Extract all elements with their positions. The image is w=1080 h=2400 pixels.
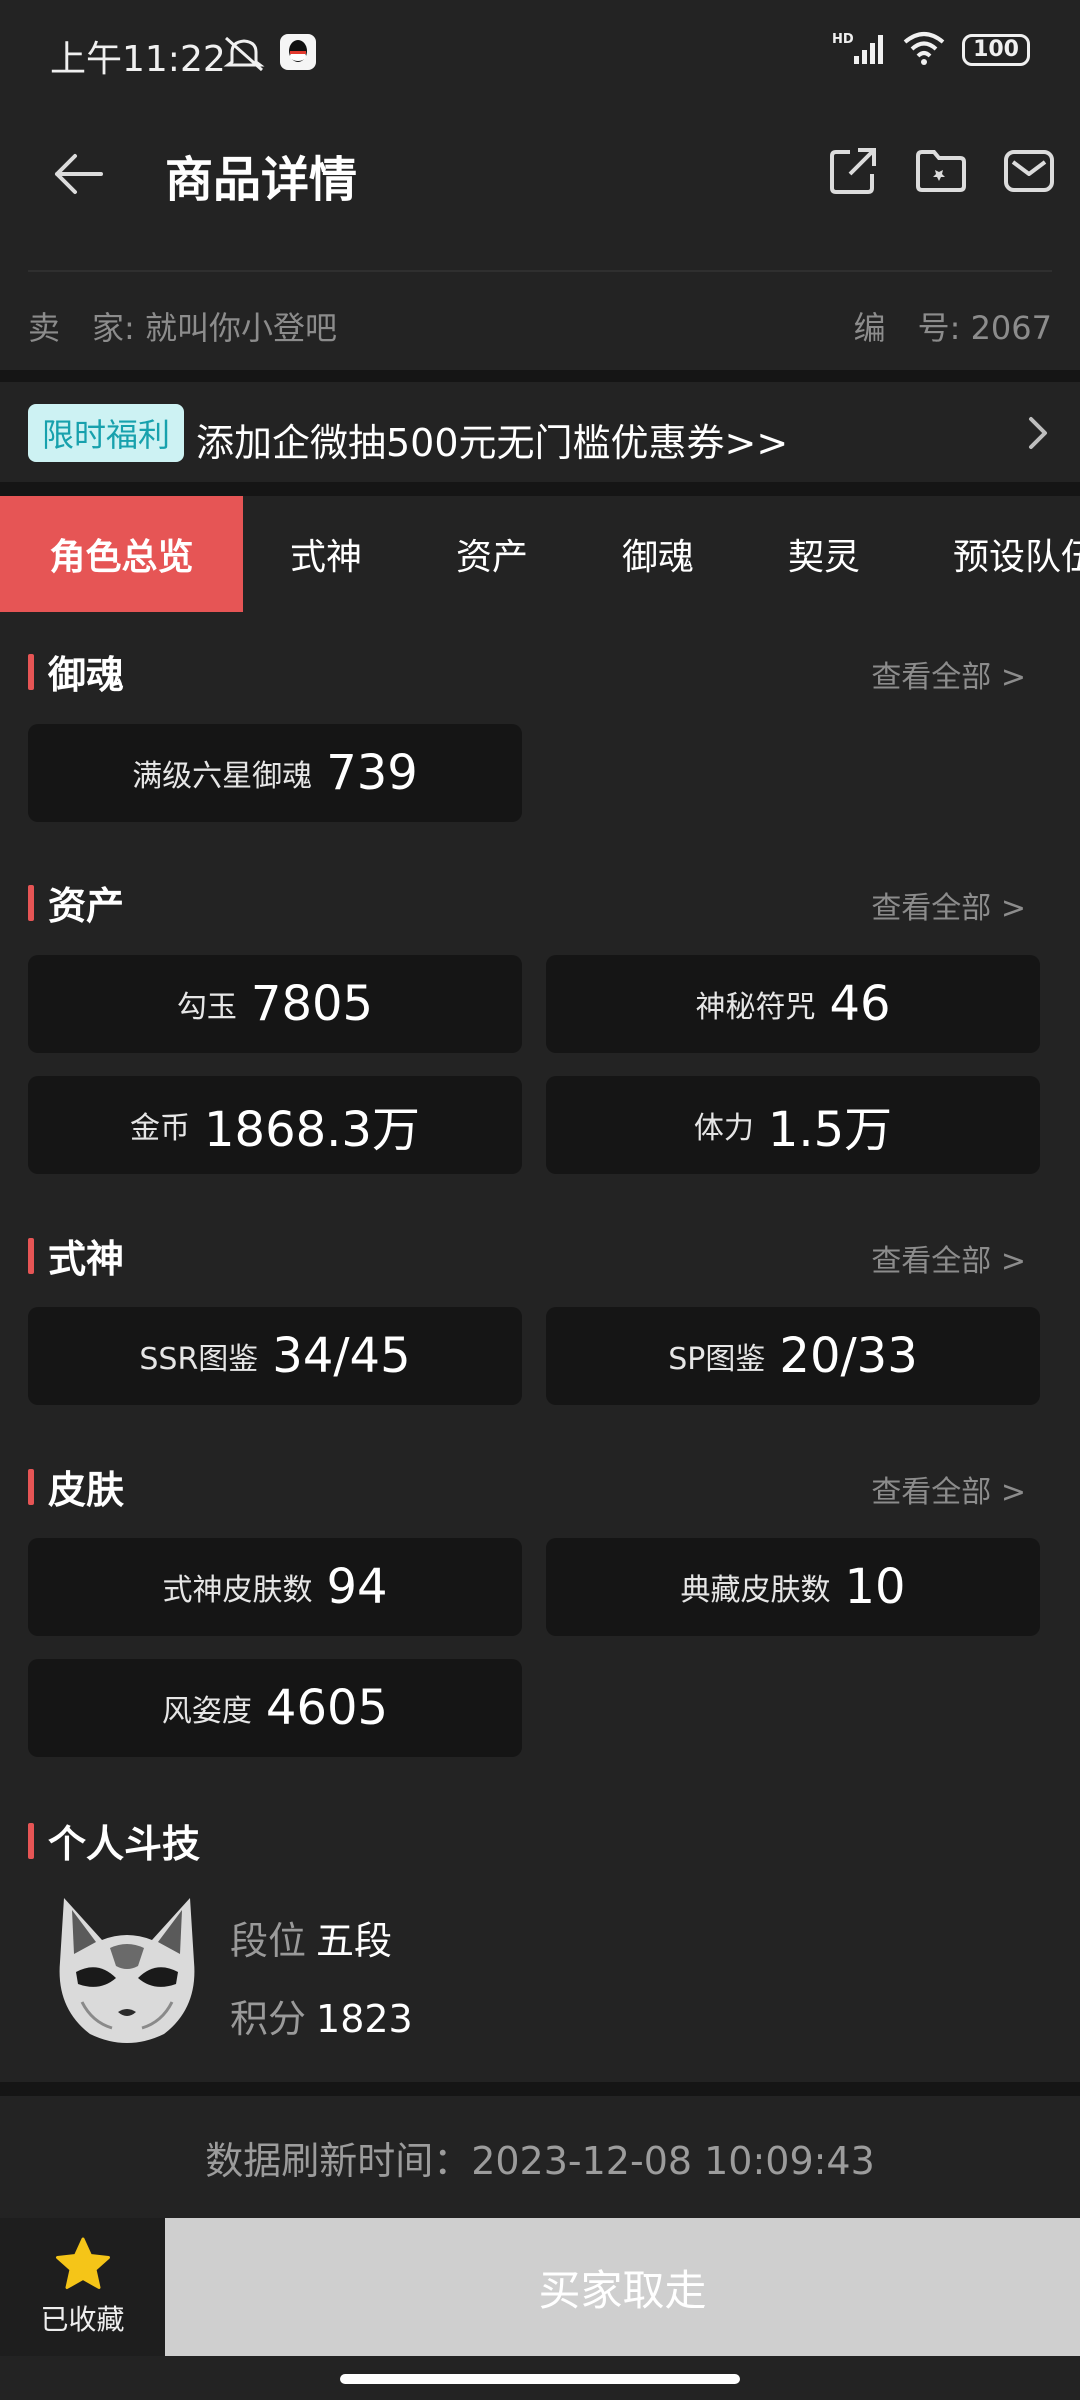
page-title: 商品详情	[165, 152, 358, 208]
stat-card: 神秘符咒 46	[546, 955, 1040, 1053]
tab-bar: 角色总览 式神 资产 御魂 契灵 预设队伍	[0, 496, 1080, 612]
buy-button[interactable]: 买家取走	[165, 2218, 1080, 2356]
gesture-nav-bar[interactable]	[340, 2374, 740, 2384]
back-button[interactable]	[45, 142, 109, 206]
stat-value: 46	[829, 976, 891, 1032]
favorite-label: 已收藏	[40, 2303, 125, 2336]
header-divider	[28, 270, 1052, 272]
section-title-shikigami: 式神	[28, 1228, 124, 1283]
favorite-button[interactable]: 已收藏	[0, 2218, 165, 2356]
tab-shikigami[interactable]: 式神	[243, 496, 409, 612]
wifi-icon	[902, 30, 946, 70]
view-all-skins[interactable]: 查看全部 >	[871, 1467, 1026, 1511]
promo-banner[interactable]: 限时福利 添加企微抽500元无门槛优惠券>>	[0, 382, 1080, 482]
stat-label: SSR图鉴	[139, 1342, 259, 1377]
status-time: 上午11:22	[50, 39, 226, 80]
stat-label: 满级六星御魂	[132, 759, 313, 794]
item-id: 编 号: 2067	[854, 303, 1052, 349]
pvp-rank: 段位 五段	[230, 1910, 392, 1965]
id-label: 编 号:	[853, 309, 961, 347]
stat-card: 勾玉 7805	[28, 955, 522, 1053]
rank-value: 五段	[316, 1919, 393, 1963]
stat-value: 7805	[250, 976, 374, 1032]
seller-info: 卖 家: 就叫你小登吧 编 号: 2067	[0, 295, 1080, 355]
stat-value: 1.5万	[767, 1102, 893, 1158]
stat-value: 20/33	[779, 1328, 918, 1384]
promo-badge: 限时福利	[28, 404, 185, 462]
header-actions	[827, 145, 1055, 197]
stat-card: 金币 1868.3万	[28, 1076, 522, 1174]
stat-label: 勾玉	[176, 990, 237, 1025]
stat-label: 体力	[693, 1111, 754, 1146]
stat-label: 典藏皮肤数	[680, 1573, 831, 1608]
stat-value: 739	[326, 745, 418, 801]
section-marker	[28, 653, 34, 690]
seller-name: 卖 家: 就叫你小登吧	[28, 303, 337, 349]
qq-icon	[280, 34, 316, 74]
stat-card: 风姿度 4605	[28, 1659, 522, 1757]
id-value: 2067	[970, 309, 1052, 347]
section-title-skins: 皮肤	[28, 1459, 124, 1514]
folder-icon[interactable]	[915, 145, 967, 197]
rank-label: 段位	[230, 1919, 307, 1963]
stat-card: 式神皮肤数 94	[28, 1538, 522, 1636]
separator	[0, 482, 1080, 496]
pvp-score: 积分 1823	[230, 1988, 413, 2043]
header: 商品详情	[0, 110, 1080, 270]
stat-label: SP图鉴	[668, 1342, 766, 1377]
stat-card: 体力 1.5万	[546, 1076, 1040, 1174]
stat-card: SP图鉴 20/33	[546, 1307, 1040, 1405]
section-title-yuhun: 御魂	[28, 644, 124, 699]
stat-value: 1868.3万	[204, 1102, 420, 1158]
stat-value: 10	[844, 1559, 906, 1615]
tab-assets[interactable]: 资产	[409, 496, 575, 612]
chevron-right-icon	[1028, 416, 1048, 454]
promo-text: 添加企微抽500元无门槛优惠券>>	[196, 421, 789, 465]
seller-label: 卖 家:	[28, 309, 135, 347]
stat-label: 式神皮肤数	[162, 1573, 313, 1608]
stat-card: 典藏皮肤数 10	[546, 1538, 1040, 1636]
score-label: 积分	[230, 1997, 307, 2041]
stat-label: 金币	[130, 1111, 191, 1146]
star-icon	[55, 2237, 110, 2289]
message-icon[interactable]	[1003, 145, 1055, 197]
refresh-time: 数据刷新时间：2023-12-08 10:09:43	[205, 2139, 875, 2183]
battery-icon: 100	[962, 34, 1030, 66]
section-marker	[28, 1468, 34, 1505]
separator	[0, 370, 1080, 382]
section-title-assets: 资产	[28, 875, 124, 930]
svg-text:HD: HD	[832, 32, 854, 47]
stat-value: 94	[326, 1559, 388, 1615]
view-all-assets[interactable]: 查看全部 >	[871, 883, 1026, 927]
tab-qiling[interactable]: 契灵	[741, 496, 907, 612]
score-value: 1823	[316, 1997, 413, 2041]
mute-icon	[222, 34, 266, 78]
separator	[0, 2082, 1080, 2096]
stat-label: 神秘符咒	[695, 990, 816, 1025]
status-bar: 上午11:22 HD 100	[0, 0, 1080, 110]
stat-value: 4605	[265, 1680, 389, 1736]
seller-name-value: 就叫你小登吧	[144, 309, 337, 347]
back-arrow-icon	[55, 154, 103, 194]
tab-preset-team[interactable]: 预设队伍	[907, 496, 1080, 612]
stat-card: SSR图鉴 34/45	[28, 1307, 522, 1405]
fox-mask-avatar	[52, 1892, 202, 2052]
share-icon[interactable]	[827, 145, 879, 197]
section-marker	[28, 1822, 34, 1859]
view-all-yuhun[interactable]: 查看全部 >	[871, 652, 1026, 696]
stat-label: 风姿度	[161, 1694, 252, 1729]
tab-overview[interactable]: 角色总览	[0, 496, 243, 612]
section-title-pvp: 个人斗技	[28, 1813, 200, 1868]
status-icons: HD 100	[832, 30, 1030, 70]
view-all-shikigami[interactable]: 查看全部 >	[871, 1236, 1026, 1280]
section-marker	[28, 1237, 34, 1274]
section-marker	[28, 884, 34, 921]
stat-card: 满级六星御魂 739	[28, 724, 522, 822]
stat-value: 34/45	[272, 1328, 411, 1384]
tab-yuhun[interactable]: 御魂	[575, 496, 741, 612]
bottom-bar: 已收藏 买家取走	[0, 2218, 1080, 2356]
signal-icon: HD	[832, 30, 886, 70]
